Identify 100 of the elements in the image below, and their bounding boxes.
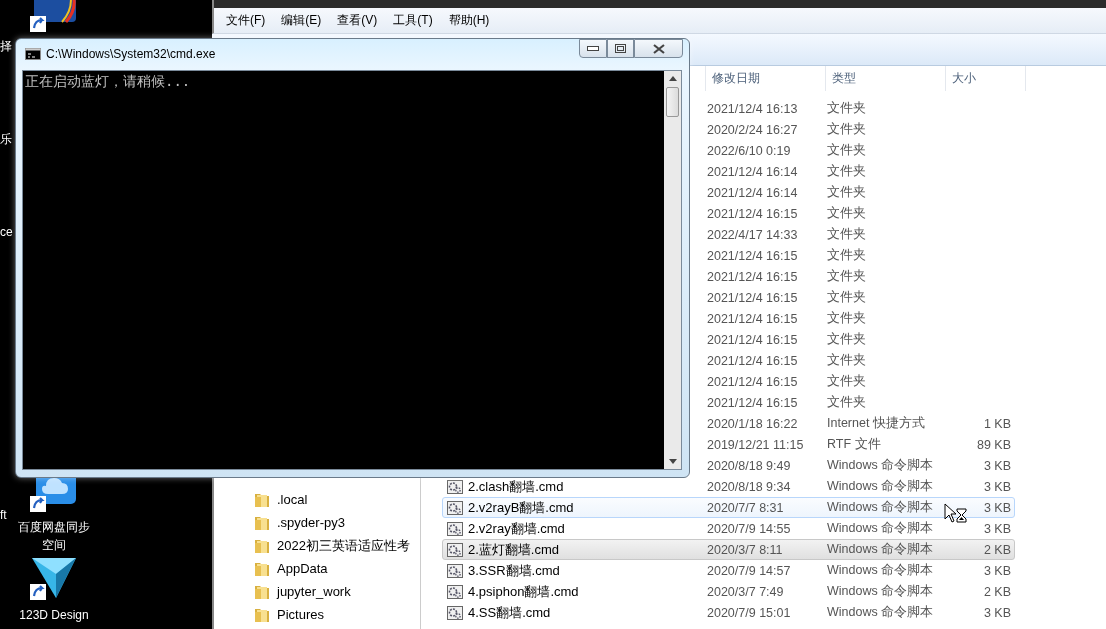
desktop-icon-label: 择 [0, 38, 12, 55]
script-file-icon [447, 563, 463, 578]
nav-folder-item[interactable]: .spyder-py3 [214, 511, 420, 534]
menu-item[interactable]: 帮助(H) [442, 10, 496, 31]
file-type: Windows 命令脚本 [827, 457, 935, 474]
file-date: 2021/12/4 16:15 [707, 290, 799, 305]
script-file-icon [447, 521, 463, 536]
nav-folder-item[interactable]: Pictures [214, 603, 420, 626]
file-row[interactable]: 2.v2rayB翻墙.cmd 2020/7/7 8:31 Windows 命令脚本 3 KB [442, 497, 1015, 518]
file-date: 2021/12/4 16:14 [707, 164, 799, 179]
menu-item[interactable]: 编辑(E) [275, 10, 328, 31]
file-date: 2020/2/24 16:27 [707, 122, 799, 137]
file-name: 2.v2rayB翻墙.cmd [468, 498, 574, 517]
file-size: 3 KB [982, 500, 1011, 515]
file-type: 文件夹 [827, 163, 867, 180]
desktop-icon-label: ft [0, 508, 7, 522]
menu-item[interactable]: 工具(T) [387, 10, 439, 31]
nav-folder-item[interactable]: AppData [214, 557, 420, 580]
column-header[interactable]: 大小 [946, 66, 1026, 91]
file-type: Windows 命令脚本 [827, 478, 935, 495]
scrollbar[interactable] [664, 71, 681, 469]
triangle-app-icon [30, 556, 78, 602]
file-date: 2020/7/9 14:57 [707, 563, 792, 578]
script-file-icon [447, 479, 463, 494]
close-button[interactable] [634, 39, 683, 58]
file-type: 文件夹 [827, 289, 867, 306]
file-type: 文件夹 [827, 352, 867, 369]
nav-folder-item[interactable]: jupyter_work [214, 580, 420, 603]
sinosure-logo-icon [30, 0, 78, 34]
file-date: 2021/12/4 16:13 [707, 101, 799, 116]
folder-icon [254, 491, 270, 508]
folder-icon [254, 537, 270, 554]
file-date: 2020/8/18 9:34 [707, 479, 792, 494]
scrollbar-thumb[interactable] [666, 87, 679, 117]
file-date: 2021/12/4 16:15 [707, 248, 799, 263]
file-type: 文件夹 [827, 226, 867, 243]
file-date: 2020/3/7 8:11 [707, 542, 784, 557]
file-date: 2021/12/4 16:15 [707, 374, 799, 389]
file-date: 2020/7/9 15:01 [707, 605, 792, 620]
window-title: C:\Windows\System32\cmd.exe [46, 47, 216, 61]
file-name: 2.蓝灯翻墙.cmd [468, 540, 559, 559]
file-type: 文件夹 [827, 121, 867, 138]
maximize-button[interactable] [607, 39, 634, 58]
column-header[interactable]: 类型 [826, 66, 946, 91]
file-name: 4.psiphon翻墙.cmd [468, 582, 579, 601]
file-type: 文件夹 [827, 184, 867, 201]
file-row[interactable]: 2.蓝灯翻墙.cmd 2020/3/7 8:11 Windows 命令脚本 2 KB [442, 539, 1015, 560]
file-type: 文件夹 [827, 247, 867, 264]
folder-icon [254, 560, 270, 577]
desktop-icon-label: 乐 [0, 131, 12, 148]
script-file-icon [447, 584, 463, 599]
file-size: 89 KB [975, 437, 1011, 452]
console-icon [25, 48, 41, 60]
file-name: 2.clash翻墙.cmd [468, 477, 564, 496]
file-date: 2022/6/10 0:19 [707, 143, 792, 158]
file-type: Windows 命令脚本 [827, 604, 935, 621]
folder-icon [254, 514, 270, 531]
file-date: 2021/12/4 16:15 [707, 311, 799, 326]
desktop-icon-label[interactable]: 123D Design [18, 606, 90, 624]
minimize-button[interactable] [579, 39, 607, 58]
script-file-icon [447, 500, 463, 515]
file-size: 3 KB [982, 479, 1011, 494]
folder-icon [254, 583, 270, 600]
file-size: 1 KB [982, 416, 1011, 431]
file-type: 文件夹 [827, 268, 867, 285]
file-date: 2021/12/4 16:15 [707, 206, 799, 221]
file-date: 2021/12/4 16:15 [707, 353, 799, 368]
file-type: 文件夹 [827, 142, 867, 159]
menu-item[interactable]: 查看(V) [331, 10, 384, 31]
up-arrow-icon [668, 76, 677, 81]
script-file-icon [447, 542, 463, 557]
folder-icon [254, 606, 270, 623]
busy-cursor-icon [944, 503, 968, 525]
file-date: 2021/12/4 16:15 [707, 269, 799, 284]
file-size: 3 KB [982, 521, 1011, 536]
script-file-icon [447, 605, 463, 620]
file-date: 2019/12/21 11:15 [707, 437, 805, 452]
file-name: 3.SSR翻墙.cmd [468, 561, 560, 580]
file-date: 2021/12/4 16:14 [707, 185, 799, 200]
console-text: 正在启动蓝灯，请稍候... [25, 73, 192, 91]
nav-folder-item[interactable]: 2022初三英语适应性考 [214, 534, 420, 557]
file-type: Windows 命令脚本 [827, 499, 935, 516]
file-type: Windows 命令脚本 [827, 583, 935, 600]
column-header[interactable]: 修改日期 [706, 66, 826, 91]
file-date: 2021/12/4 16:15 [707, 332, 799, 347]
file-type: 文件夹 [827, 310, 867, 327]
file-size: 3 KB [982, 458, 1011, 473]
nav-folder-item[interactable]: .local [214, 488, 420, 511]
file-size: 3 KB [982, 563, 1011, 578]
file-type: RTF 文件 [827, 436, 882, 453]
menu-item[interactable]: 文件(F) [220, 10, 272, 31]
down-arrow-icon [668, 459, 677, 464]
maximize-icon [615, 44, 626, 53]
file-type: 文件夹 [827, 394, 867, 411]
file-date: 2021/12/4 16:15 [707, 395, 799, 410]
file-size: 2 KB [982, 584, 1011, 599]
file-date: 2020/7/9 14:55 [707, 521, 792, 536]
desktop-icon-label[interactable]: 百度网盘同步空间 [18, 518, 90, 554]
file-size: 3 KB [982, 605, 1011, 620]
close-icon [652, 43, 665, 54]
